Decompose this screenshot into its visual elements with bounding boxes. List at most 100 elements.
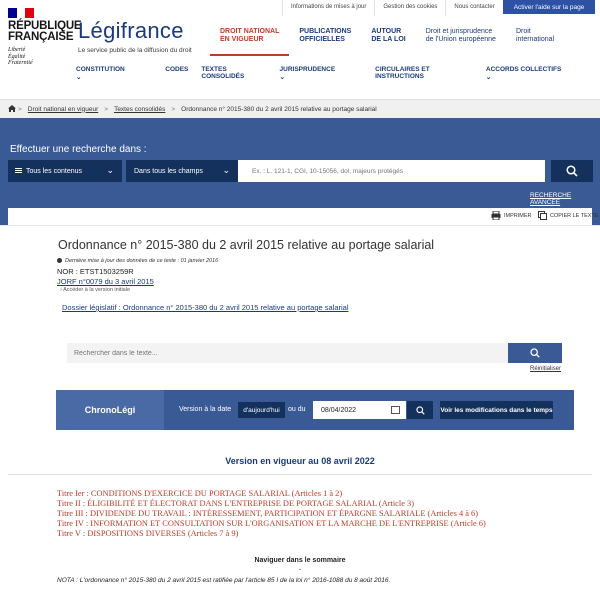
site-tagline: Le service public de la diffusion du dro…	[78, 47, 192, 54]
subnav-constitution[interactable]: CONSTITUTION ⌄	[76, 66, 152, 81]
help-button[interactable]: Activer l'aide sur la page	[503, 0, 595, 14]
site-title: Légifrance	[78, 18, 184, 43]
jorf-link[interactable]: JORF n°0079 du 3 avril 2015	[57, 277, 154, 286]
version-heading: Version en vigueur au 08 avril 2022	[225, 456, 375, 466]
top-links: Informations de mises à jour Gestion des…	[282, 0, 503, 16]
nav-label: PUBLICATIONS	[299, 28, 352, 35]
subnav-label: ACCORDS COLLECTIFS	[485, 66, 562, 73]
nav-label: international	[515, 36, 555, 43]
site-header: RÉPUBLIQUE FRANÇAISE Liberté Égalité Fra…	[0, 0, 600, 100]
breadcrumb: > Droit national en vigueur > Textes con…	[0, 100, 600, 118]
chevron-down-icon: ⌄	[485, 74, 492, 81]
chevron-down-icon: ⌄	[106, 165, 114, 175]
toc-item-titre-3[interactable]: Titre III : DIVIDENDE DU TRAVAIL : INTÉR…	[57, 509, 486, 519]
or-label: ou du	[288, 406, 306, 413]
last-update: Dernière mise à jour des données de ce t…	[57, 258, 218, 264]
nav-label: EN VIGUEUR	[220, 36, 264, 43]
subnav-label: JURISPRUDENCE	[279, 66, 336, 73]
toc-item-titre-4[interactable]: Titre IV : INFORMATION ET CONSULTATION S…	[57, 519, 486, 529]
top-link-cookies[interactable]: Gestion des cookies	[374, 0, 445, 16]
last-update-text: Dernière mise à jour des données de ce t…	[65, 258, 219, 264]
search-button[interactable]	[551, 160, 593, 182]
motto-fraternite: Fraternité	[8, 60, 33, 66]
nav-label: Droit	[515, 28, 531, 35]
changes-over-time-button[interactable]: Voir les modifications dans le temps	[440, 401, 553, 419]
search-icon	[566, 165, 578, 177]
initial-version-link[interactable]: › Accéder à la version initiale	[60, 287, 130, 293]
toc-item-titre-5[interactable]: Titre V : DISPOSITIONS DIVERSES (Article…	[57, 529, 486, 539]
breadcrumb-droit-national[interactable]: Droit national en vigueur	[28, 106, 98, 113]
toc-item-titre-1[interactable]: Titre Ier : CONDITIONS D'EXERCICE DU POR…	[57, 489, 486, 499]
breadcrumb-separator: >	[18, 105, 22, 113]
nor-reference: NOR : ETST1503259R	[57, 267, 134, 276]
nav-droit-international[interactable]: Droit international	[506, 24, 564, 56]
calendar-icon[interactable]	[391, 406, 400, 414]
toc-item-titre-2[interactable]: Titre II : ÉLIGIBILITÉ ET ÉLECTORAT DANS…	[57, 499, 486, 509]
filter-icon	[15, 167, 22, 176]
chevron-down-icon: ⌄	[279, 74, 285, 81]
printer-icon	[491, 211, 501, 220]
scope-select[interactable]: Tous les contenus ⌄	[8, 160, 122, 182]
copy-label: COPIER LE TEXTE	[550, 212, 599, 219]
sub-nav: CONSTITUTION ⌄ CODES TEXTES CONSOLIDÉS J…	[76, 66, 600, 81]
table-of-contents: Titre Ier : CONDITIONS D'EXERCICE DU POR…	[57, 489, 486, 539]
initial-version-label: Accéder à la version initiale	[63, 287, 131, 293]
breadcrumb-separator: >	[104, 105, 109, 113]
nota-text: NOTA : L'ordonnance n° 2015-380 du 2 avr…	[57, 577, 391, 584]
nav-label: Droit et jurisprudence	[425, 28, 493, 35]
top-link-contact[interactable]: Nous contacter	[445, 0, 502, 16]
subnav-label: CONSTITUTION	[76, 66, 125, 73]
marianne-flag-icon	[8, 8, 35, 18]
field-select[interactable]: Dans tous les champs ⌄	[126, 160, 238, 182]
subnav-circulaires[interactable]: CIRCULAIRES ET INSTRUCTIONS	[375, 66, 473, 81]
search-input[interactable]	[238, 160, 545, 182]
copy-text-button[interactable]: COPIER LE TEXTE	[538, 211, 599, 220]
today-button[interactable]: d'aujourd'hui	[238, 402, 285, 418]
chevron-down-icon[interactable]: ⌄	[298, 566, 302, 572]
nav-droit-ue[interactable]: Droit et jurisprudence de l'Union europée…	[416, 24, 506, 56]
home-icon[interactable]	[8, 104, 16, 114]
chronolegi-title: ChronoLégi	[56, 390, 164, 430]
field-select-value: Dans tous les champs	[134, 167, 203, 175]
dossier-link[interactable]: Dossier législatif : Ordonnance n° 2015-…	[62, 303, 349, 312]
advanced-search-link[interactable]: RECHERCHE AVANCÉE	[530, 192, 600, 206]
nav-label: AUTOUR	[371, 28, 402, 35]
republic-line2: FRANÇAISE	[8, 31, 74, 43]
nav-autour-loi[interactable]: AUTOUR DE LA LOI	[361, 24, 415, 56]
toolbar-divider	[0, 225, 600, 226]
site-logo[interactable]: Légifrance Le service public de la diffu…	[78, 18, 192, 54]
nav-label: OFFICIELLES	[299, 36, 345, 43]
top-link-updates[interactable]: Informations de mises à jour	[282, 0, 374, 16]
breadcrumb-textes-consolides[interactable]: Textes consolidés	[114, 106, 165, 113]
divider	[8, 474, 592, 475]
page-title: Ordonnance n° 2015-380 du 2 avril 2015 r…	[58, 238, 435, 252]
text-search-button[interactable]	[508, 343, 562, 363]
search-title: Effectuer une recherche dans :	[10, 144, 147, 155]
breadcrumb-current: Ordonnance n° 2015-380 du 2 avril 2015 r…	[181, 105, 377, 113]
breadcrumb-separator: >	[171, 105, 176, 113]
search-icon	[530, 348, 540, 358]
subnav-accords[interactable]: ACCORDS COLLECTIFS ⌄	[486, 66, 587, 81]
info-icon	[57, 258, 62, 264]
scope-select-value: Tous les contenus	[26, 167, 83, 175]
search-icon	[415, 405, 425, 415]
subnav-textes-consolides[interactable]: TEXTES CONSOLIDÉS	[201, 66, 266, 81]
print-label: IMPRIMER	[504, 212, 532, 219]
nav-label: DROIT NATIONAL	[220, 28, 280, 35]
nav-droit-national[interactable]: DROIT NATIONAL EN VIGUEUR	[210, 24, 290, 56]
print-button[interactable]: IMPRIMER	[491, 211, 532, 220]
chevron-down-icon: ⌄	[222, 165, 230, 175]
text-search-input[interactable]	[67, 343, 508, 363]
nav-label: de l'Union européenne	[425, 36, 496, 43]
nav-label: DE LA LOI	[371, 36, 406, 43]
chronolegi-bar: ChronoLégi Version à la date d'aujourd'h…	[56, 390, 574, 430]
subnav-jurisprudence[interactable]: JURISPRUDENCE ⌄	[280, 66, 363, 81]
nav-publications[interactable]: PUBLICATIONS OFFICIELLES	[289, 24, 361, 56]
version-date-label: Version à la date	[179, 406, 232, 413]
republic-block[interactable]: RÉPUBLIQUE FRANÇAISE Liberté Égalité Fra…	[8, 8, 82, 67]
summary-nav-toggle[interactable]: Naviguer dans le sommaire	[8, 557, 592, 564]
subnav-codes[interactable]: CODES	[165, 66, 188, 81]
copy-icon	[538, 211, 547, 220]
reset-link[interactable]: Réinitialiser	[530, 366, 561, 372]
date-search-button[interactable]	[407, 401, 433, 419]
